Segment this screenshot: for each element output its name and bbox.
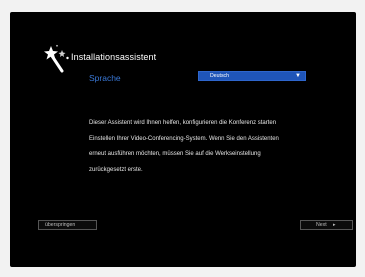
language-select-value: Deutsch bbox=[210, 73, 230, 79]
wizard-title: Installationsassistent bbox=[71, 52, 157, 62]
description-line: Einstellen Ihrer Video-Conferencing-Syst… bbox=[89, 135, 279, 142]
wizard-screen: Installationsassistent Sprache Deutsch ▼… bbox=[10, 12, 356, 267]
language-select[interactable]: Deutsch ▼ bbox=[198, 71, 306, 81]
arrow-right-icon: ▸ bbox=[333, 222, 336, 228]
description-line: zurückgesetzt erste. bbox=[89, 166, 143, 173]
description-line: Dieser Assistent wird Ihnen helfen, konf… bbox=[89, 120, 277, 126]
skip-button-label: überspringen bbox=[45, 222, 76, 228]
language-label: Sprache bbox=[89, 73, 121, 83]
skip-button[interactable]: überspringen bbox=[38, 220, 97, 230]
magic-wand-icon bbox=[44, 44, 69, 73]
next-button-label: Next bbox=[316, 222, 327, 228]
description-line: erneut ausführen möchten, müssen Sie auf… bbox=[89, 151, 261, 157]
dropdown-arrow-icon: ▼ bbox=[295, 73, 301, 79]
next-button[interactable]: Next ▸ bbox=[300, 220, 353, 230]
wizard-description: Dieser Assistent wird Ihnen helfen, konf… bbox=[89, 116, 315, 178]
